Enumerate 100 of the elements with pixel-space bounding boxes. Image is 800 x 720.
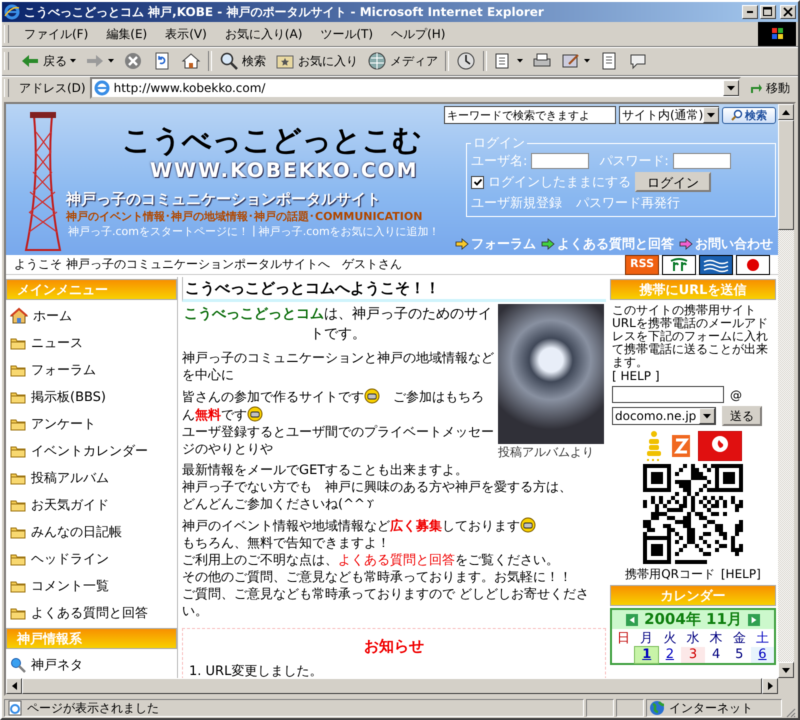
security-zone: インターネット	[669, 700, 753, 716]
maximize-icon	[763, 7, 773, 17]
notice-title: お知らせ	[363, 637, 425, 656]
carrier-logo-icon	[672, 435, 690, 457]
menu-link[interactable]: ニュース	[31, 334, 83, 352]
carrier-select[interactable]: docomo.ne.jp	[612, 407, 716, 425]
vertical-scrollbar[interactable]	[778, 104, 794, 678]
go-button[interactable]: 移動	[745, 80, 794, 96]
menu-item[interactable]: ツール(T)	[311, 26, 382, 42]
search-field[interactable]: キーワードで検索できますよ	[444, 106, 616, 124]
password-field[interactable]	[672, 153, 731, 169]
photo-placeholder[interactable]	[498, 304, 604, 444]
calendar-day: 3	[681, 647, 705, 663]
menu-item[interactable]: 編集(E)	[97, 26, 156, 42]
folder-icon	[10, 470, 26, 484]
previous-month-button[interactable]	[626, 614, 638, 626]
username-field[interactable]	[531, 153, 590, 169]
mobile-heading: 携帯にURLを送信	[610, 279, 776, 300]
globe-icon	[367, 51, 387, 71]
globe-icon	[649, 700, 665, 716]
menu-item[interactable]: 表示(V)	[156, 26, 216, 42]
scroll-left-icon[interactable]	[12, 682, 16, 690]
menu-link[interactable]: アンケート	[31, 414, 96, 432]
body-text: 神戸のイベント情報や地域情報など広く募集しております	[182, 517, 606, 535]
menu-item[interactable]: ファイル(F)	[15, 26, 98, 42]
menu-item[interactable]: ヘルプ(H)	[382, 26, 454, 42]
password-label: パスワード:	[599, 153, 669, 170]
username-label: ユーザ名:	[471, 153, 528, 170]
menu-link[interactable]: 掲示板(BBS)	[31, 388, 106, 406]
body-text: ユーザ登録するとユーザ間でのプライベートメッセージのやりとりや	[182, 424, 494, 458]
scroll-up-icon[interactable]	[782, 110, 790, 114]
emblem-icon[interactable]	[662, 254, 696, 274]
menu-link[interactable]: フォーラム	[31, 360, 96, 378]
scroll-down-icon[interactable]	[782, 668, 790, 672]
faq-link[interactable]: よくある質問と回答	[338, 553, 455, 568]
carrier-logo-icon	[698, 431, 742, 461]
menu-link[interactable]: お天気ガイド	[31, 496, 109, 514]
calendar-day[interactable]: 2	[658, 647, 682, 663]
menu-link[interactable]: 投稿アルバム	[31, 468, 109, 486]
carrier-logo-icon	[644, 430, 664, 462]
close-button[interactable]	[780, 5, 796, 19]
photo-caption: 投稿アルバムより	[498, 444, 595, 461]
window-title: こうべっこどっとコム 神戸,KOBE - 神戸のポータルサイト - Microsoft Internet Explorer	[24, 4, 545, 20]
menu-link[interactable]: コメント一覧	[31, 576, 109, 594]
folder-icon	[10, 524, 26, 538]
caret-icon	[707, 112, 716, 118]
calendar-day: 4	[704, 647, 728, 663]
menu-link[interactable]: ホーム	[33, 306, 72, 324]
caret-icon	[727, 86, 735, 90]
body-text: 最新情報をメールでGETすることも出来ますよ。	[182, 462, 470, 479]
calendar-day[interactable]: 6	[750, 647, 774, 663]
send-button[interactable]: 送る	[722, 406, 762, 426]
back-button[interactable]: 戻る	[16, 49, 80, 73]
scroll-thumb[interactable]	[778, 120, 794, 230]
menu-item[interactable]: お気に入り(A)	[216, 26, 312, 42]
login-button[interactable]: ログイン	[635, 172, 711, 192]
folder-icon	[10, 606, 26, 620]
menu-link[interactable]: ヘッドライン	[31, 550, 109, 568]
media-button[interactable]: メディア	[363, 49, 442, 73]
body-text: ご質問、ご意見なども常時承っておりますので どしどしお寄せください。	[182, 586, 590, 620]
flag-icon[interactable]	[736, 254, 770, 274]
wave-icon[interactable]	[699, 254, 733, 274]
body-text: ご利用上のご不明な点は、よくある質問と回答をご覧ください。	[182, 552, 560, 569]
address-field[interactable]: http://www.kobekko.com/	[90, 77, 741, 99]
minimize-button[interactable]	[742, 5, 758, 19]
magnifier-icon	[10, 656, 26, 672]
menu-link[interactable]: みんなの日記帳	[31, 522, 122, 540]
weekday-label: 金	[732, 630, 747, 647]
caret-icon	[517, 59, 523, 63]
maximize-button[interactable]	[760, 5, 776, 19]
remember-checkbox[interactable]	[471, 176, 484, 188]
status-text: ページが表示されました	[27, 700, 159, 716]
clock-icon	[456, 51, 476, 71]
resize-grip-icon[interactable]	[784, 706, 796, 718]
menu-link[interactable]: よくある質問と回答	[31, 604, 148, 622]
search-button[interactable]: 検索	[215, 49, 270, 73]
iteration-mark-icon	[364, 498, 375, 511]
scope-select[interactable]: サイト内(通常)	[619, 106, 719, 124]
favorites-button[interactable]: お気に入り	[271, 49, 362, 73]
stop-icon	[123, 51, 143, 71]
help-link[interactable]: [ HELP ]	[612, 369, 660, 383]
search-button[interactable]: 検索	[722, 106, 776, 124]
site-tagline: 神戸っ子のコミュニケーションポータルサイト	[66, 190, 382, 210]
menu-link[interactable]: 神戸ネタ	[31, 656, 83, 674]
help-link[interactable]: [HELP]	[720, 567, 761, 581]
scroll-right-icon[interactable]	[768, 682, 772, 690]
smiley-icon	[247, 406, 263, 422]
calendar-day[interactable]: 1	[635, 647, 658, 663]
weekday-label: 木	[708, 630, 724, 647]
folder-icon	[10, 390, 26, 404]
site-subtagline: 神戸のイベント情報･神戸の地域情報･神戸の話題･COMMUNICATION	[66, 209, 422, 224]
site-logo[interactable]: こうべっこどっとこむ	[122, 122, 422, 158]
notice-item[interactable]: 1. URL変更しました。	[189, 662, 599, 678]
smiley-icon	[520, 517, 536, 533]
address-label: アドレス(D)	[19, 80, 86, 96]
menu-link[interactable]: イベントカレンダー	[31, 442, 148, 460]
mail-field[interactable]	[612, 386, 724, 403]
weekday-label: 日	[616, 630, 632, 647]
next-month-button[interactable]	[748, 614, 760, 626]
status-pane	[586, 699, 614, 717]
